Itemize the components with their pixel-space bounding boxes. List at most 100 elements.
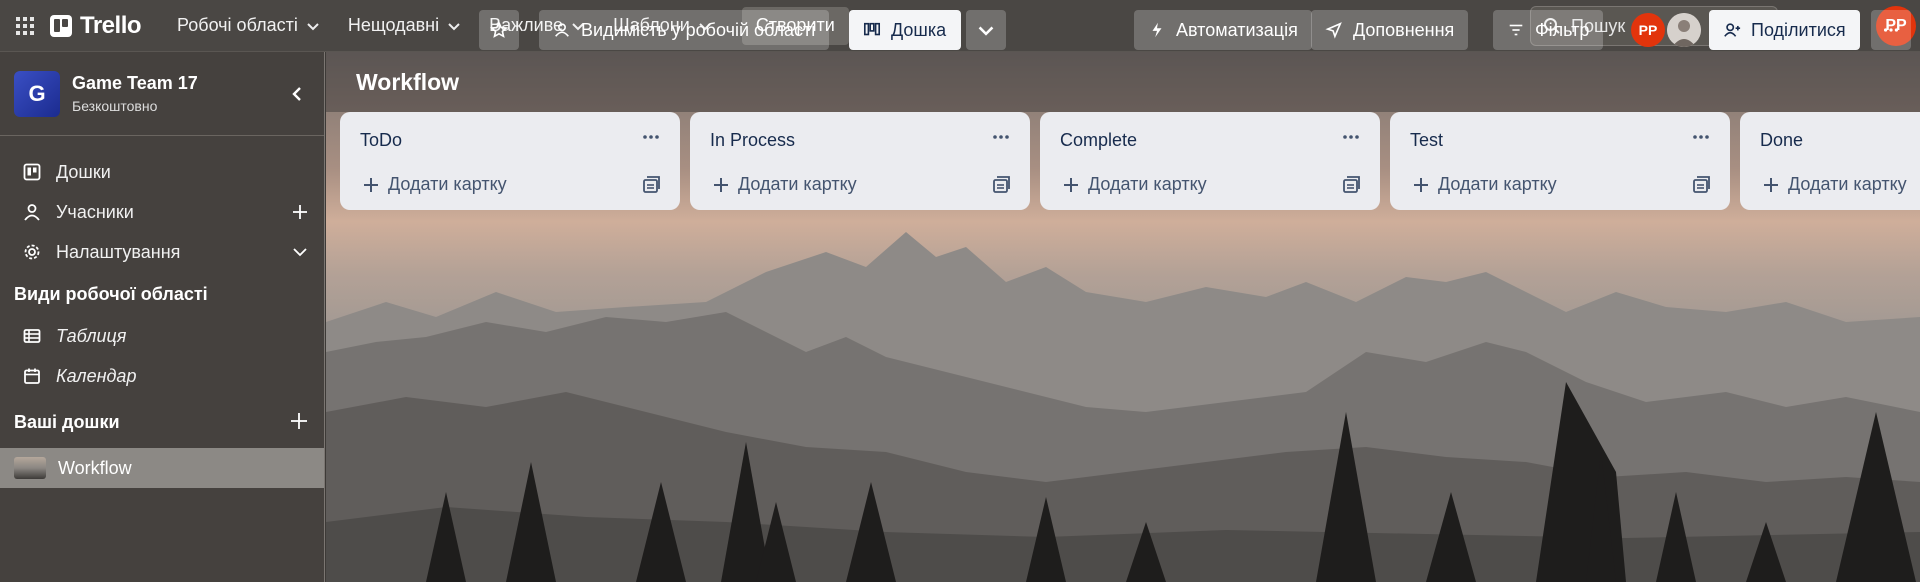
list-title[interactable]: Test: [1410, 130, 1443, 151]
sidebar-item-settings[interactable]: Налаштування: [0, 232, 324, 272]
sidebar-item-label: Налаштування: [56, 241, 181, 262]
more-icon[interactable]: [636, 122, 666, 152]
star-icon: [490, 21, 508, 38]
filter-button[interactable]: Фільтр: [1493, 10, 1604, 50]
add-board-icon[interactable]: [290, 412, 310, 432]
list-complete[interactable]: Complete Додати картку: [1040, 112, 1380, 210]
list-todo[interactable]: ToDo Додати картку: [340, 112, 680, 210]
add-card-button[interactable]: Додати картку: [712, 174, 857, 195]
sidebar-item-label: Учасники: [56, 201, 134, 222]
apps-grid-icon[interactable]: [0, 0, 50, 52]
card-template-icon[interactable]: [1342, 175, 1362, 195]
more-icon[interactable]: [986, 122, 1016, 152]
chevron-down-icon: [448, 22, 460, 30]
lightning-icon: [1152, 22, 1162, 38]
rocket-icon: [1325, 22, 1342, 39]
trello-logo-icon: [50, 14, 72, 37]
your-boards-heading-label: Ваші дошки: [14, 411, 120, 432]
card-template-icon[interactable]: [992, 175, 1012, 195]
list-title[interactable]: Complete: [1060, 130, 1137, 151]
visibility-button[interactable]: Видимість у робочій області: [539, 10, 830, 50]
list-title[interactable]: In Process: [710, 130, 795, 151]
powerups-label: Доповнення: [1353, 19, 1455, 40]
sidebar-item-calendar[interactable]: Календар: [0, 356, 324, 396]
member-avatar[interactable]: PP: [1631, 13, 1665, 47]
list-test[interactable]: Test Додати картку: [1390, 112, 1730, 210]
sidebar-board-label: Workflow: [58, 457, 132, 478]
workspace-header: G Game Team 17 Безкоштовно: [0, 52, 324, 136]
powerups-button[interactable]: Доповнення: [1311, 10, 1469, 50]
list-title[interactable]: ToDo: [360, 130, 402, 151]
star-button[interactable]: [479, 10, 519, 50]
nav-workspaces[interactable]: Робочі області: [163, 0, 334, 52]
card-template-icon[interactable]: [1692, 175, 1712, 195]
list-done[interactable]: Done Додати картку: [1740, 112, 1920, 210]
add-card-button[interactable]: Додати картку: [1062, 174, 1207, 195]
add-card-label: Додати картку: [1438, 174, 1557, 194]
member-photo-avatar[interactable]: [1667, 13, 1701, 47]
more-icon: [1883, 28, 1899, 32]
board-view-button[interactable]: Дошка: [849, 10, 961, 50]
trello-logo[interactable]: Trello: [50, 0, 163, 52]
workspace-plan: Безкоштовно: [72, 98, 158, 114]
add-card-label: Додати картку: [738, 174, 857, 194]
calendar-icon: [22, 366, 42, 386]
list-in-process[interactable]: In Process Додати картку: [690, 112, 1030, 210]
workspace-views-heading: Види робочої області: [0, 272, 324, 316]
plus-icon: [714, 177, 728, 192]
collapse-sidebar-button[interactable]: [282, 79, 312, 109]
chevron-down-icon[interactable]: [290, 242, 310, 262]
board-view-icon: [863, 22, 881, 36]
sidebar-item-table[interactable]: Таблиця: [0, 316, 324, 356]
sidebar: G Game Team 17 Безкоштовно Дошки Учасник…: [0, 52, 325, 582]
sidebar-item-label: Календар: [56, 365, 137, 386]
chevron-left-icon: [292, 87, 301, 101]
add-card-button[interactable]: Додати картку: [1762, 174, 1907, 195]
add-person-icon: [1724, 23, 1741, 37]
sidebar-board-workflow[interactable]: Workflow: [0, 448, 324, 488]
gear-icon: [22, 242, 42, 262]
board-header: Workflow: [326, 52, 1920, 112]
board-thumbnail: [14, 457, 46, 479]
chevron-down-icon: [978, 26, 994, 36]
visibility-label: Видимість у робочій області: [581, 19, 816, 40]
workspace-views-heading-label: Види робочої області: [14, 283, 208, 304]
add-card-label: Додати картку: [1088, 174, 1207, 194]
sidebar-item-label: Дошки: [56, 161, 111, 182]
board-icon: [22, 162, 42, 182]
add-card-button[interactable]: Додати картку: [1412, 174, 1557, 195]
nav-recent[interactable]: Нещодавні: [334, 0, 475, 52]
view-switcher-button[interactable]: [966, 10, 1006, 50]
person-photo-icon: [1667, 13, 1701, 47]
workspace-avatar[interactable]: G: [14, 70, 60, 117]
more-icon[interactable]: [1686, 122, 1716, 152]
nav-recent-label: Нещодавні: [347, 15, 440, 35]
share-button[interactable]: Поділитися: [1709, 10, 1860, 50]
nav-workspaces-label: Робочі області: [177, 15, 298, 35]
filter-icon: [1509, 24, 1523, 36]
workspace-name[interactable]: Game Team 17: [72, 73, 198, 94]
share-label: Поділитися: [1751, 19, 1846, 40]
add-card-label: Додати картку: [388, 174, 507, 194]
table-icon: [22, 326, 42, 346]
add-member-icon[interactable]: [290, 202, 310, 222]
automation-button[interactable]: Автоматизація: [1134, 10, 1312, 50]
add-card-button[interactable]: Додати картку: [362, 174, 507, 195]
board-menu-button[interactable]: [1871, 10, 1911, 50]
more-icon[interactable]: [1336, 122, 1366, 152]
app-name: Trello: [80, 11, 142, 39]
sidebar-item-label: Таблиця: [56, 325, 127, 346]
sidebar-item-members[interactable]: Учасники: [0, 192, 324, 232]
sidebar-item-boards[interactable]: Дошки: [0, 152, 324, 192]
people-icon: [555, 23, 569, 37]
plus-icon: [1764, 177, 1778, 192]
card-template-icon[interactable]: [642, 175, 662, 195]
board-title[interactable]: Workflow: [356, 69, 459, 96]
plus-icon: [364, 177, 378, 192]
automation-label: Автоматизація: [1176, 19, 1298, 40]
chevron-down-icon: [307, 22, 319, 30]
list-title[interactable]: Done: [1760, 130, 1803, 151]
board-view-label: Дошка: [891, 19, 947, 40]
plus-icon: [1064, 177, 1078, 192]
filter-label: Фільтр: [1535, 19, 1590, 40]
